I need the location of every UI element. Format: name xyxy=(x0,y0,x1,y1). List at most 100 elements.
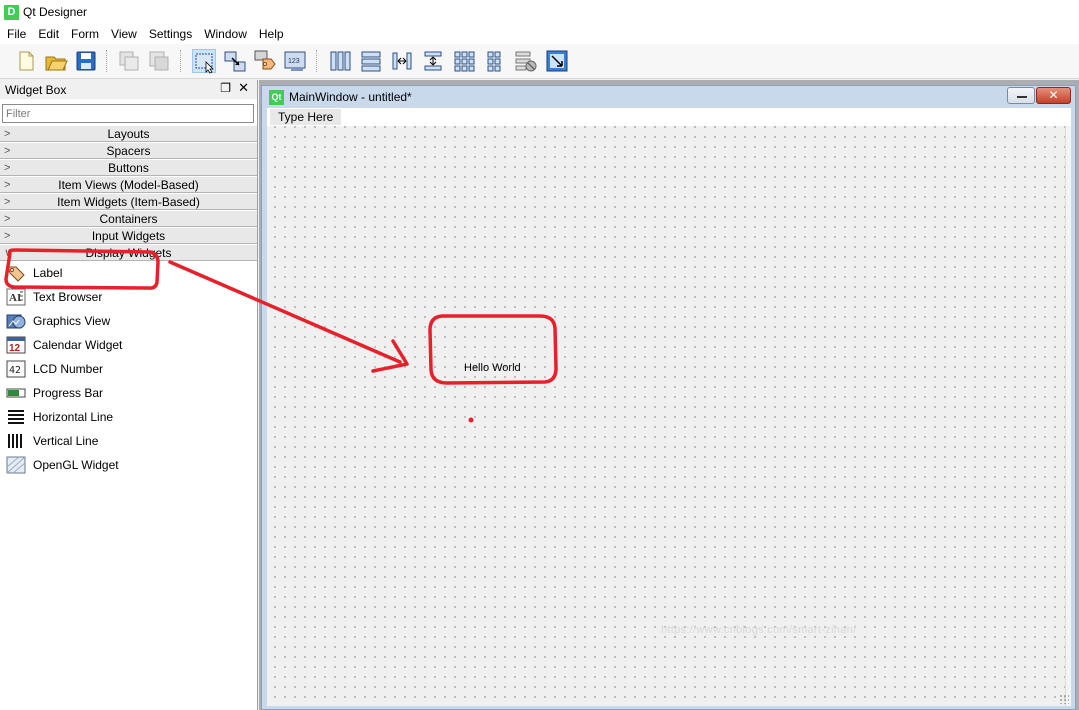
category-label: Display Widgets xyxy=(85,246,172,260)
layout-horizontal-splitter-icon[interactable] xyxy=(390,49,414,73)
chevron-right-icon: > xyxy=(4,179,11,191)
layout-horizontal-icon[interactable] xyxy=(328,49,352,73)
widget-item-text: Horizontal Line xyxy=(33,410,114,424)
category-label: Item Widgets (Item-Based) xyxy=(57,195,200,209)
form-menu-bar[interactable]: Type Here xyxy=(267,108,1071,126)
save-form-icon[interactable] xyxy=(74,49,98,73)
chevron-right-icon: > xyxy=(4,145,11,157)
widget-box-panel: Widget Box ❐ ✕ > Layouts > Spacers > Button… xyxy=(0,80,258,710)
widget-item-text: OpenGL Widget xyxy=(33,458,119,472)
category-buttons[interactable]: > Buttons xyxy=(0,159,257,176)
category-label: Item Views (Model-Based) xyxy=(58,178,199,192)
category-label: Buttons xyxy=(108,161,149,175)
widget-item-opengl[interactable]: OpenGL Widget xyxy=(0,453,257,477)
widget-item-label[interactable]: Label xyxy=(0,261,257,285)
menu-window[interactable]: Window xyxy=(198,24,253,44)
menu-bar: File Edit Form View Settings Window Help xyxy=(0,24,1079,44)
adjust-size-icon[interactable] xyxy=(545,49,569,73)
chevron-right-icon: > xyxy=(4,230,11,242)
widget-item-graphics-view[interactable]: Graphics View xyxy=(0,309,257,333)
menu-help[interactable]: Help xyxy=(253,24,290,44)
svg-text:123: 123 xyxy=(288,58,300,65)
edit-widgets-icon[interactable] xyxy=(192,49,216,74)
close-panel-icon[interactable]: ✕ xyxy=(238,80,249,96)
title-bar: D Qt Designer xyxy=(0,0,1079,24)
widget-item-text: Label xyxy=(33,266,63,280)
text-browser-icon: AI xyxy=(6,288,26,306)
chevron-right-icon: > xyxy=(4,162,11,174)
menu-file[interactable]: File xyxy=(0,24,32,44)
svg-text:12: 12 xyxy=(9,343,21,354)
subwindow-title-bar[interactable]: Qt MainWindow - untitled* ✕ xyxy=(262,86,1075,108)
category-item-views[interactable]: > Item Views (Model-Based) xyxy=(0,176,257,193)
category-list: > Layouts > Spacers > Buttons > Item Views (… xyxy=(0,125,257,261)
break-layout-icon[interactable] xyxy=(514,49,538,73)
hello-world-label[interactable]: Hello World xyxy=(464,362,521,374)
open-form-icon[interactable] xyxy=(44,49,68,73)
edit-buddies-icon[interactable] xyxy=(253,49,277,73)
toolbar: 123 xyxy=(0,44,1079,79)
close-button[interactable]: ✕ xyxy=(1036,87,1071,104)
window-title: Qt Designer xyxy=(23,5,88,19)
filter-input[interactable] xyxy=(2,104,254,123)
chevron-right-icon: > xyxy=(4,196,11,208)
form-scrollbar[interactable] xyxy=(1065,126,1071,706)
qt-designer-icon: D xyxy=(4,4,19,20)
edit-signals-slots-icon[interactable] xyxy=(223,49,247,73)
lcd-number-icon: 42 xyxy=(6,360,26,378)
subwindow-title: MainWindow - untitled* xyxy=(289,90,412,104)
new-form-icon[interactable] xyxy=(14,49,38,73)
horizontal-line-icon xyxy=(6,408,26,426)
chevron-right-icon: > xyxy=(4,128,11,140)
category-label: Input Widgets xyxy=(91,229,166,243)
opengl-widget-icon xyxy=(6,456,26,474)
category-layouts[interactable]: > Layouts xyxy=(0,125,257,142)
svg-text:AI: AI xyxy=(9,292,21,304)
qt-logo-icon: Qt xyxy=(269,89,284,105)
menu-form[interactable]: Form xyxy=(65,24,105,44)
widget-item-text: Text Browser xyxy=(33,290,103,304)
widget-item-text: Calendar Widget xyxy=(33,338,123,352)
category-containers[interactable]: > Containers xyxy=(0,210,257,227)
form-subwindow[interactable]: Qt MainWindow - untitled* ✕ Type Here He… xyxy=(261,85,1076,710)
widget-item-text-browser[interactable]: AI Text Browser xyxy=(0,285,257,309)
minimize-button[interactable] xyxy=(1007,87,1035,104)
vertical-line-icon xyxy=(6,432,26,450)
layout-vertical-icon[interactable] xyxy=(359,49,383,73)
resize-grip-icon[interactable] xyxy=(1059,694,1069,704)
category-label: Containers xyxy=(99,212,158,226)
edit-tab-order-icon[interactable]: 123 xyxy=(283,49,307,73)
layout-vertical-splitter-icon[interactable] xyxy=(421,49,445,73)
category-display-widgets[interactable]: ∨ Display Widgets xyxy=(0,244,257,261)
form-canvas[interactable]: Type Here Hello World https://www.cnblog… xyxy=(267,108,1071,706)
svg-text:42: 42 xyxy=(9,365,21,376)
float-panel-icon[interactable]: ❐ xyxy=(220,81,231,95)
copy-icon[interactable] xyxy=(147,49,171,73)
widget-item-text: Graphics View xyxy=(33,314,111,328)
category-input-widgets[interactable]: > Input Widgets xyxy=(0,227,257,244)
category-item-widgets[interactable]: > Item Widgets (Item-Based) xyxy=(0,193,257,210)
layout-form-icon[interactable] xyxy=(483,49,507,73)
progress-bar-icon xyxy=(6,384,26,402)
menu-view[interactable]: View xyxy=(105,24,143,44)
layout-grid-icon[interactable] xyxy=(452,49,476,73)
widget-item-calendar[interactable]: 12 Calendar Widget xyxy=(0,333,257,357)
widget-item-horizontal-line[interactable]: Horizontal Line xyxy=(0,405,257,429)
menu-edit[interactable]: Edit xyxy=(32,24,65,44)
type-here-menu-placeholder[interactable]: Type Here xyxy=(270,109,342,125)
widget-item-text: Progress Bar xyxy=(33,386,104,400)
category-spacers[interactable]: > Spacers xyxy=(0,142,257,159)
cut-icon[interactable] xyxy=(117,49,141,73)
widget-box-title: Widget Box xyxy=(5,82,67,97)
menu-settings[interactable]: Settings xyxy=(143,24,198,44)
category-label: Spacers xyxy=(106,144,151,158)
graphics-view-icon xyxy=(6,312,26,330)
widget-box-header: Widget Box ❐ ✕ xyxy=(0,80,257,99)
widget-item-progress-bar[interactable]: Progress Bar xyxy=(0,381,257,405)
widget-item-vertical-line[interactable]: Vertical Line xyxy=(0,429,257,453)
label-tag-icon xyxy=(6,264,26,282)
widget-item-lcd-number[interactable]: 42 LCD Number xyxy=(0,357,257,381)
chevron-right-icon: > xyxy=(4,213,11,225)
widget-item-text: Vertical Line xyxy=(33,434,99,448)
display-widgets-list: Label AI Text Browser Graphics View 12 C… xyxy=(0,261,257,477)
